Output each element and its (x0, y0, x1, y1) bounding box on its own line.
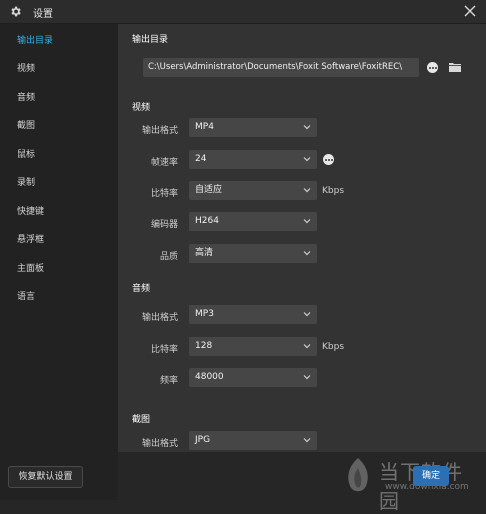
screenshot-section-title: 截图 (132, 415, 151, 425)
audio-bitrate-unit: Kbps (322, 342, 345, 352)
audio-bitrate-select[interactable]: 128 (189, 337, 317, 356)
video-quality-select[interactable]: 高清 (189, 244, 317, 263)
confirm-button[interactable]: 确定 (413, 466, 449, 486)
sidebar: 输出目录 视频 音频 截图 鼠标 录制 快捷键 悬浮框 主面板 语言 (0, 24, 118, 500)
video-bitrate-unit: Kbps (322, 186, 345, 196)
audio-bitrate-label: 比特率 (150, 345, 178, 355)
audio-frequency-label: 频率 (159, 376, 178, 386)
audio-format-label: 输出格式 (141, 313, 178, 323)
audio-format-value: MP3 (195, 309, 214, 319)
audio-frequency-select[interactable]: 48000 (189, 368, 317, 387)
video-bitrate-value: 自适应 (195, 185, 223, 195)
video-encoder-label: 编码器 (150, 220, 178, 230)
framerate-more-icon[interactable] (323, 154, 334, 165)
chevron-down-icon (303, 157, 311, 162)
video-section-title: 视频 (132, 103, 151, 113)
output-dir-section-title: 输出目录 (132, 35, 169, 45)
chevron-down-icon (303, 438, 311, 443)
folder-icon[interactable] (449, 62, 461, 72)
close-icon[interactable] (464, 5, 476, 17)
more-options-icon[interactable] (427, 62, 438, 73)
audio-section-title: 音频 (132, 284, 151, 294)
sidebar-item-output-dir[interactable]: 输出目录 (17, 33, 53, 46)
video-encoder-value: H264 (195, 216, 219, 226)
video-quality-value: 高清 (195, 248, 214, 258)
video-framerate-value: 24 (195, 154, 207, 164)
video-quality-label: 品质 (159, 252, 178, 262)
video-framerate-label: 帧速率 (150, 158, 178, 168)
sidebar-item-language[interactable]: 语言 (17, 289, 35, 302)
sidebar-item-main-panel[interactable]: 主面板 (17, 261, 44, 274)
sidebar-item-record[interactable]: 录制 (17, 175, 35, 188)
output-path-field[interactable]: C:\Users\Administrator\Documents\Foxit S… (143, 58, 419, 77)
sidebar-item-screenshot[interactable]: 截图 (17, 118, 35, 131)
title-bar: 设置 (0, 0, 486, 24)
audio-bitrate-value: 128 (195, 341, 213, 351)
settings-content: 输出目录 C:\Users\Administrator\Documents\Fo… (118, 24, 486, 452)
sidebar-item-video[interactable]: 视频 (17, 61, 35, 74)
watermark-logo (348, 458, 368, 492)
video-framerate-select[interactable]: 24 (189, 150, 317, 169)
chevron-down-icon (303, 219, 311, 224)
video-bitrate-select[interactable]: 自适应 (189, 181, 317, 200)
chevron-down-icon (303, 312, 311, 317)
chevron-down-icon (303, 251, 311, 256)
video-format-value: MP4 (195, 122, 214, 132)
audio-format-select[interactable]: MP3 (189, 305, 317, 324)
sidebar-item-audio[interactable]: 音频 (17, 90, 35, 103)
video-format-select[interactable]: MP4 (189, 118, 317, 137)
chevron-down-icon (303, 125, 311, 130)
chevron-down-icon (303, 188, 311, 193)
restore-defaults-button[interactable]: 恢复默认设置 (8, 466, 83, 488)
gear-icon (11, 6, 21, 17)
screenshot-format-label: 输出格式 (141, 439, 178, 449)
chevron-down-icon (303, 344, 311, 349)
video-encoder-select[interactable]: H264 (189, 212, 317, 231)
video-bitrate-label: 比特率 (150, 189, 178, 199)
window-title: 设置 (33, 9, 53, 20)
sidebar-item-hotkeys[interactable]: 快捷键 (17, 204, 44, 217)
chevron-down-icon (303, 375, 311, 380)
sidebar-item-mouse[interactable]: 鼠标 (17, 147, 35, 160)
screenshot-format-value: JPG (195, 435, 211, 445)
audio-frequency-value: 48000 (195, 372, 224, 382)
video-format-label: 输出格式 (141, 126, 178, 136)
screenshot-format-select[interactable]: JPG (189, 431, 317, 450)
sidebar-item-float-box[interactable]: 悬浮框 (17, 232, 44, 245)
watermark: 当下软件园 www.downxia.com (340, 454, 482, 513)
